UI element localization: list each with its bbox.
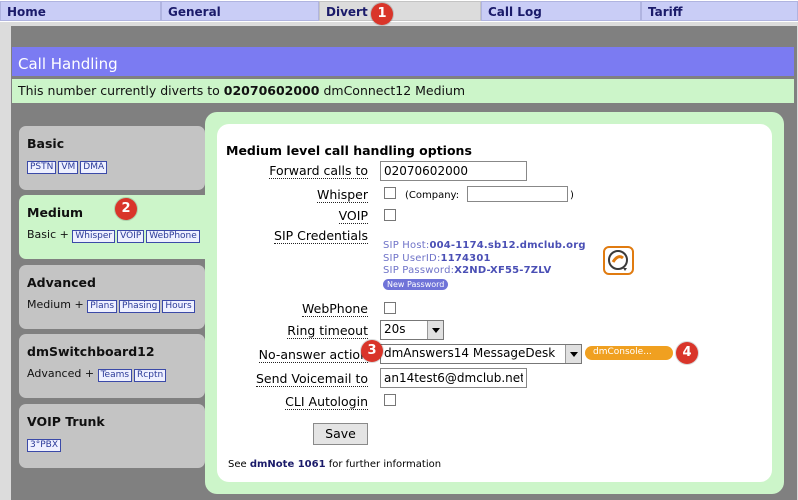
no-answer-label: No-answer action bbox=[198, 347, 368, 363]
new-password-button[interactable]: New Password bbox=[383, 279, 449, 290]
cli-autologin-label-text: CLI Autologin bbox=[285, 394, 368, 410]
sidebar-item-prefix: Advanced + bbox=[27, 367, 95, 380]
no-answer-value: dmAnswers14 MessageDesk bbox=[384, 346, 556, 360]
cli-autologin-checkbox[interactable] bbox=[384, 394, 396, 406]
divert-status: This number currently diverts to 0207060… bbox=[12, 79, 794, 103]
sip-password-label: SIP Password: bbox=[383, 265, 455, 276]
feature-chip[interactable]: VOIP bbox=[117, 230, 145, 243]
company-label: (Company: bbox=[405, 190, 460, 201]
annotation-badge-4: 4 bbox=[676, 342, 698, 364]
sidebar-item-features: Basic + Whisper VOIP WebPhone bbox=[27, 228, 211, 243]
company-close: ) bbox=[570, 190, 574, 201]
page-title: Call Handling bbox=[12, 47, 794, 76]
divert-prefix: This number currently diverts to bbox=[18, 83, 220, 98]
note-suffix: for further information bbox=[328, 459, 442, 470]
ring-timeout-select[interactable]: 20s bbox=[380, 320, 444, 340]
forward-label-text: Forward calls to bbox=[269, 163, 368, 179]
feature-chip[interactable]: 3°PBX bbox=[27, 439, 61, 452]
feature-chip[interactable]: Teams bbox=[97, 369, 133, 382]
tab-divert[interactable]: Divert bbox=[319, 1, 481, 21]
help-note: See dmNote 1061 for further information bbox=[228, 459, 441, 470]
tab-general[interactable]: General bbox=[161, 1, 319, 21]
tab-home[interactable]: Home bbox=[0, 1, 161, 21]
webphone-label-text: WebPhone bbox=[302, 301, 368, 317]
feature-chip[interactable]: Whisper bbox=[72, 230, 116, 243]
annotation-badge-3: 3 bbox=[361, 340, 383, 362]
dmnote-link[interactable]: dmNote 1061 bbox=[250, 459, 326, 470]
cli-autologin-label: CLI Autologin bbox=[198, 394, 368, 410]
sidebar-item-label: dmSwitchboard12 bbox=[27, 344, 155, 359]
company-input[interactable] bbox=[467, 186, 568, 202]
annotation-badge-2: 2 bbox=[115, 198, 137, 220]
top-navigation: Home General Divert Call Log Tariff bbox=[0, 0, 798, 22]
feature-chip[interactable]: VM bbox=[58, 161, 79, 174]
sip-host: SIP Host:004-1174.sb12.dmclub.org bbox=[383, 240, 586, 251]
chevron-down-icon bbox=[427, 321, 443, 339]
tab-tariff[interactable]: Tariff bbox=[641, 1, 798, 21]
forward-calls-input[interactable] bbox=[380, 161, 527, 181]
ring-timeout-label: Ring timeout bbox=[198, 323, 368, 339]
forward-label: Forward calls to bbox=[198, 163, 368, 179]
voip-label: VOIP bbox=[198, 208, 368, 224]
feature-chip[interactable]: PSTN bbox=[27, 161, 57, 174]
whisper-label-text: Whisper bbox=[316, 187, 368, 203]
sidebar-item-features: PSTN VM DMA bbox=[27, 159, 197, 174]
voicemail-email-input[interactable] bbox=[380, 368, 527, 388]
softphone-icon[interactable] bbox=[603, 246, 634, 275]
no-answer-select[interactable]: dmAnswers14 MessageDesk bbox=[380, 344, 582, 364]
sip-userid-value: 1174301 bbox=[440, 253, 491, 264]
sidebar-item-prefix: Basic + bbox=[27, 228, 69, 241]
voicemail-label: Send Voicemail to bbox=[198, 371, 368, 387]
softphone-glyph bbox=[608, 250, 628, 271]
feature-chip[interactable]: DMA bbox=[80, 161, 108, 174]
whisper-label: Whisper bbox=[198, 187, 368, 203]
sidebar-item-features: 3°PBX bbox=[27, 437, 197, 452]
sidebar-item-prefix: Medium + bbox=[27, 298, 84, 311]
sidebar-item-basic[interactable]: Basic PSTN VM DMA bbox=[19, 126, 205, 190]
section-title: Medium level call handling options bbox=[226, 143, 472, 158]
sidebar-item-features: Medium + Plans Phasing Hours bbox=[27, 298, 197, 313]
whisper-checkbox[interactable] bbox=[384, 187, 396, 199]
divert-suffix: dmConnect12 Medium bbox=[323, 83, 466, 98]
voicemail-label-text: Send Voicemail to bbox=[255, 371, 368, 387]
ring-timeout-value: 20s bbox=[384, 322, 406, 336]
voip-label-text: VOIP bbox=[338, 208, 368, 224]
feature-chip[interactable]: WebPhone bbox=[146, 230, 200, 243]
sip-credentials-label: SIP Credentials bbox=[198, 228, 368, 244]
sidebar-item-label: Basic bbox=[27, 136, 65, 151]
sip-host-value: 004-1174.sb12.dmclub.org bbox=[429, 240, 586, 251]
save-button[interactable]: Save bbox=[313, 423, 368, 445]
voip-checkbox[interactable] bbox=[384, 209, 396, 221]
sidebar-item-advanced[interactable]: Advanced Medium + Plans Phasing Hours bbox=[19, 265, 205, 329]
sidebar-item-features: Advanced + Teams Rcptn bbox=[27, 367, 197, 382]
annotation-badge-1: 1 bbox=[371, 3, 393, 25]
ring-timeout-label-text: Ring timeout bbox=[287, 323, 368, 339]
sip-credentials-label-text: SIP Credentials bbox=[274, 228, 368, 244]
sip-userid: SIP UserID:1174301 bbox=[383, 253, 491, 264]
tab-call-log[interactable]: Call Log bbox=[481, 1, 641, 21]
feature-chip[interactable]: Plans bbox=[87, 300, 118, 313]
sidebar-item-label: Advanced bbox=[27, 275, 96, 290]
divert-number: 02070602000 bbox=[223, 83, 320, 98]
sip-userid-label: SIP UserID: bbox=[383, 253, 441, 264]
sidebar-item-dmswitchboard12[interactable]: dmSwitchboard12 Advanced + Teams Rcptn bbox=[19, 334, 205, 398]
sip-password-value: X2ND-XF55-7ZLV bbox=[454, 265, 552, 276]
webphone-label: WebPhone bbox=[198, 301, 368, 317]
feature-chip[interactable]: Phasing bbox=[119, 300, 161, 313]
feature-chip[interactable]: Hours bbox=[162, 300, 195, 313]
sidebar-item-voip-trunk[interactable]: VOIP Trunk 3°PBX bbox=[19, 404, 205, 468]
feature-chip[interactable]: Rcptn bbox=[134, 369, 167, 382]
dmconsole-button[interactable]: dmConsole... bbox=[585, 346, 673, 360]
sip-host-label: SIP Host: bbox=[383, 240, 430, 251]
webphone-checkbox[interactable] bbox=[384, 302, 396, 314]
sip-password: SIP Password:X2ND-XF55-7ZLV bbox=[383, 265, 551, 276]
note-prefix: See bbox=[228, 459, 247, 470]
chevron-down-icon bbox=[565, 345, 581, 363]
no-answer-label-text: No-answer action bbox=[258, 347, 368, 363]
sidebar-item-label: VOIP Trunk bbox=[27, 414, 105, 429]
